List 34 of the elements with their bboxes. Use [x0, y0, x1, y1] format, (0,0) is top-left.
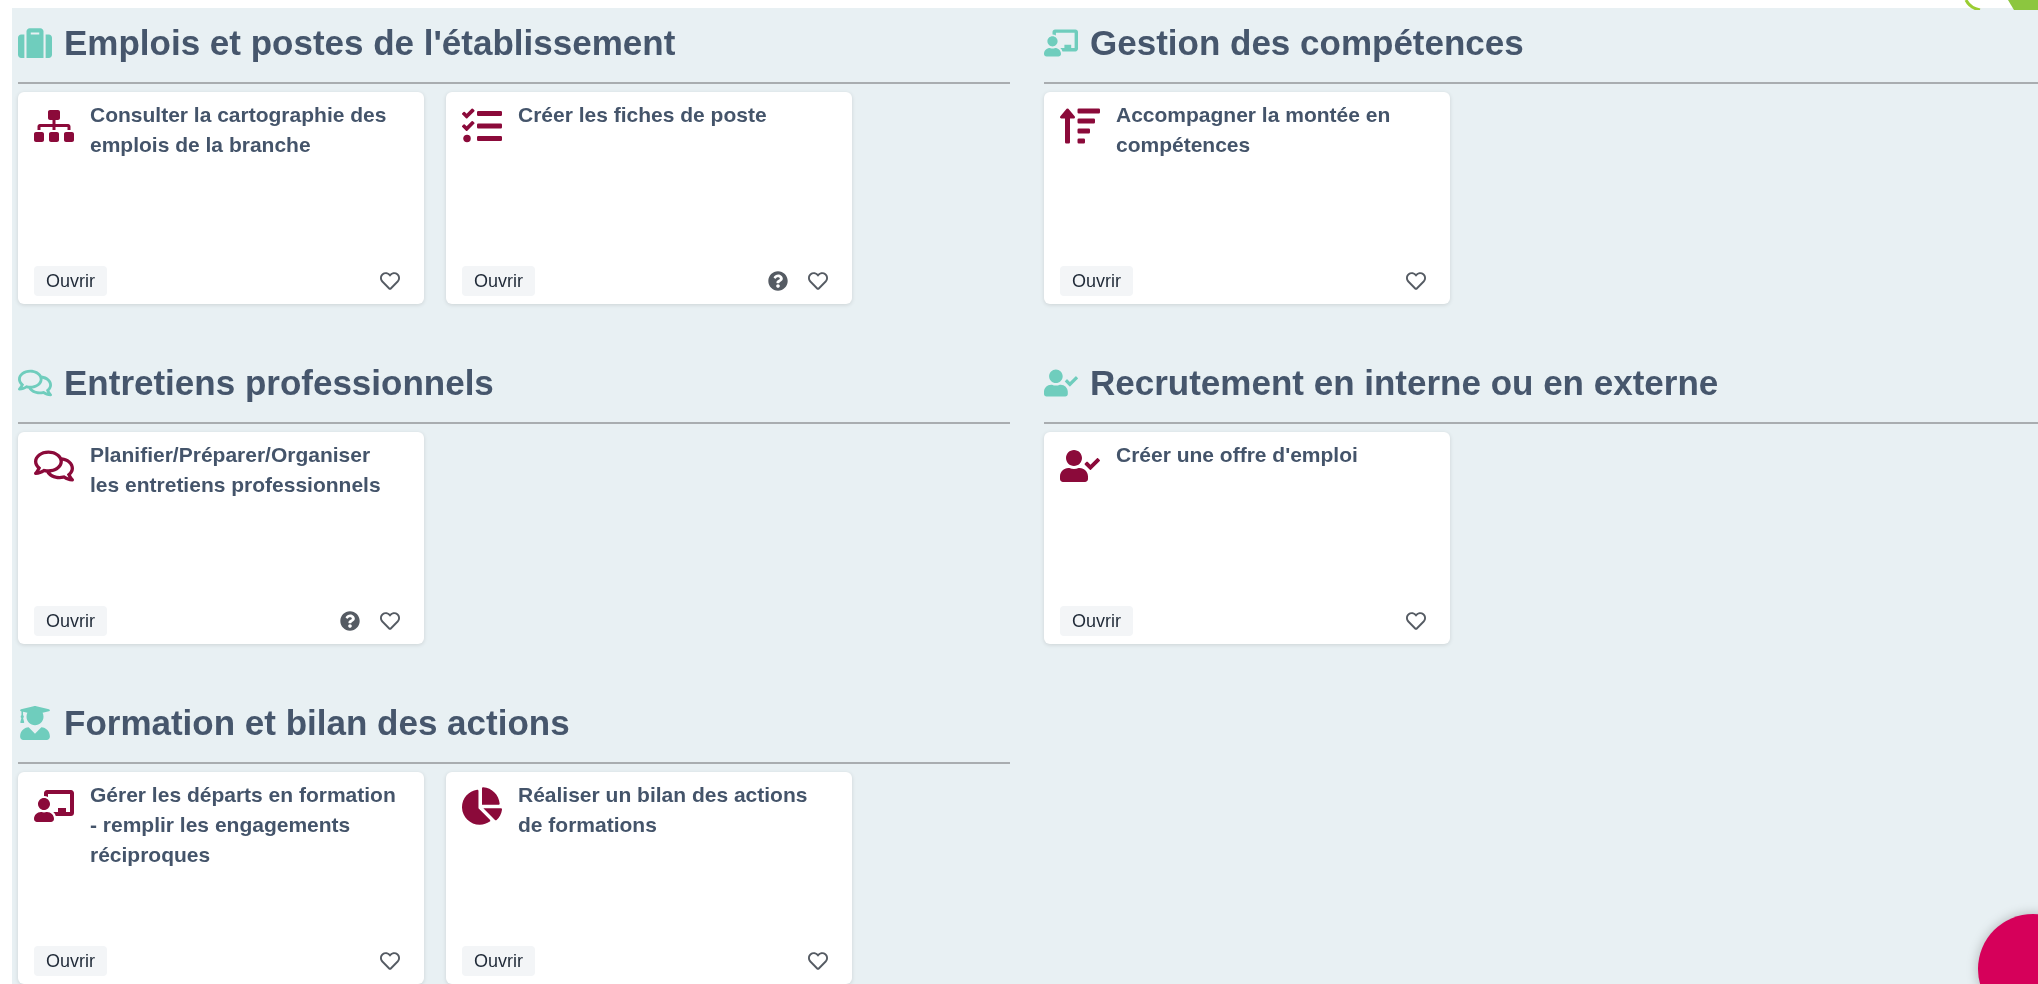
sort-up-icon — [1060, 106, 1100, 146]
heart-icon[interactable] — [1406, 271, 1426, 291]
heart-icon[interactable] — [1406, 611, 1426, 631]
open-button[interactable]: Ouvrir — [1060, 266, 1133, 296]
user-check-icon — [1044, 366, 1078, 400]
heart-icon[interactable] — [380, 951, 400, 971]
teacher-board-icon — [1044, 26, 1078, 60]
graduate-icon — [18, 706, 52, 740]
card-title: Créer une offre d'emploi — [1116, 442, 1358, 468]
heart-icon[interactable] — [380, 611, 400, 631]
heart-icon[interactable] — [808, 951, 828, 971]
open-button[interactable]: Ouvrir — [462, 946, 535, 976]
card-title: Gérer les départs en formation - remplir les engagements réciproques — [90, 782, 396, 868]
help-icon[interactable] — [768, 271, 788, 291]
section-title: Formation et bilan des actions — [64, 701, 570, 744]
briefcase-icon — [18, 26, 52, 60]
card-title: Créer les fiches de poste — [518, 102, 767, 128]
section-title: Recrutement en interne ou en externe — [1090, 361, 1719, 404]
card-title: Planifier/Préparer/Organiser les entretiens professionnels — [90, 442, 382, 498]
help-icon[interactable] — [340, 611, 360, 631]
heart-icon[interactable] — [380, 271, 400, 291]
open-button[interactable]: Ouvrir — [1060, 606, 1133, 636]
open-button[interactable]: Ouvrir — [34, 266, 107, 296]
open-button[interactable]: Ouvrir — [34, 946, 107, 976]
section-title: Emplois et postes de l'établissement — [64, 21, 676, 64]
section-title: Gestion des compétences — [1090, 21, 1524, 64]
card-title: Accompagner la montée en compétences — [1116, 102, 1392, 158]
card-title: Réaliser un bilan des actions de formations — [518, 782, 809, 838]
open-button[interactable]: Ouvrir — [34, 606, 107, 636]
open-button[interactable]: Ouvrir — [462, 266, 535, 296]
heart-icon[interactable] — [808, 271, 828, 291]
card-title: Consulter la cartographie des emplois de la branche — [90, 102, 388, 158]
section-title: Entretiens professionnels — [64, 361, 494, 404]
pie-chart-icon — [462, 786, 502, 826]
